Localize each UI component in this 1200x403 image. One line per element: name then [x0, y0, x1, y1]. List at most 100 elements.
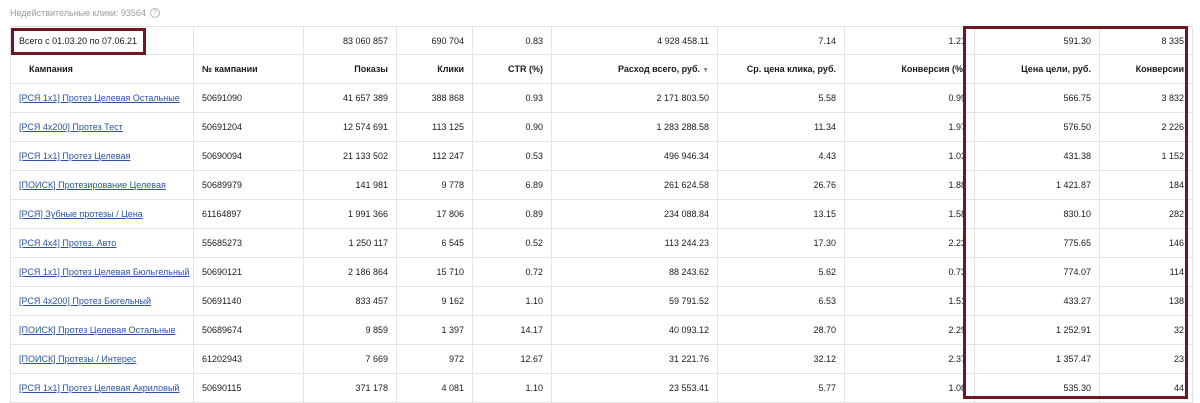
clicks-cell: 9 162 [396, 286, 473, 316]
column-header-impressions[interactable]: Показы [303, 54, 397, 84]
conversion-rate-cell: 1.88 [844, 170, 975, 200]
avg-cpc-cell: 4.43 [717, 141, 845, 171]
campaign-link[interactable]: [РСЯ 1x1] Протез Целевая [19, 151, 130, 161]
campaign-cell: [ПОИСК] Протезирование Целевая [10, 170, 194, 200]
campaign-id-cell: 55685273 [193, 228, 304, 258]
campaign-link[interactable]: [РСЯ] Зубные протезы / Цена [19, 209, 143, 219]
avg-cpc-cell: 11.34 [717, 112, 845, 142]
campaign-cell: [РСЯ 1x1] Протез Целевая [10, 141, 194, 171]
clicks-cell: 17 806 [396, 199, 473, 229]
avg-cpc-cell: 28.70 [717, 315, 845, 345]
campaign-id-cell: 50690121 [193, 257, 304, 287]
impressions-cell: 41 657 389 [303, 83, 397, 113]
conversion-rate-cell: 1.08 [844, 373, 975, 403]
totals-impressions: 83 060 857 [303, 26, 397, 55]
avg-cpc-cell: 5.58 [717, 83, 845, 113]
campaign-link[interactable]: [ПОИСК] Протезирование Целевая [19, 180, 166, 190]
column-header-ctr[interactable]: CTR (%) [472, 54, 552, 84]
conversion-rate-cell: 0.99 [844, 83, 975, 113]
avg-cpc-cell: 26.76 [717, 170, 845, 200]
spend-cell: 1 283 288.58 [551, 112, 718, 142]
ctr-cell: 0.72 [472, 257, 552, 287]
campaign-link[interactable]: [ПОИСК] Протезы / Интерес [19, 354, 136, 364]
conversion-rate-cell: 1.03 [844, 141, 975, 171]
help-circle-icon[interactable]: ? [149, 8, 160, 18]
goal-columns-highlight-box [963, 26, 1188, 399]
clicks-cell: 15 710 [396, 257, 473, 287]
column-header-campaign-id[interactable]: № кампании [193, 54, 304, 84]
impressions-cell: 12 574 691 [303, 112, 397, 142]
impressions-cell: 2 186 864 [303, 257, 397, 287]
spend-cell: 59 791.52 [551, 286, 718, 316]
conversion-rate-cell: 2.23 [844, 228, 975, 258]
column-header-campaign[interactable]: Кампания [10, 54, 194, 84]
ctr-cell: 0.89 [472, 199, 552, 229]
column-header-avg-cpc[interactable]: Ср. цена клика, руб. [717, 54, 845, 84]
campaign-link[interactable]: [РСЯ 4x4] Протез. Авто [19, 238, 116, 248]
campaign-id-cell: 50690115 [193, 373, 304, 403]
clicks-cell: 6 545 [396, 228, 473, 258]
conversion-rate-cell: 2.29 [844, 315, 975, 345]
avg-cpc-cell: 5.62 [717, 257, 845, 287]
impressions-cell: 21 133 502 [303, 141, 397, 171]
totals-ctr: 0.83 [472, 26, 552, 55]
invalid-clicks-note: Недействительные клики: 93564 ? [10, 3, 160, 23]
campaign-link[interactable]: [РСЯ 1x1] Протез Целевая Остальные [19, 93, 180, 103]
campaign-cell: [РСЯ 4x200] Протез Тест [10, 112, 194, 142]
campaign-link[interactable]: [РСЯ 4x200] Протез Тест [19, 122, 123, 132]
campaign-cell: [РСЯ 1x1] Протез Целевая Акриловый [10, 373, 194, 403]
campaign-cell: [ПОИСК] Протез Целевая Остальные [10, 315, 194, 345]
conversion-rate-cell: 1.58 [844, 199, 975, 229]
campaign-id-cell: 50690094 [193, 141, 304, 171]
avg-cpc-cell: 13.15 [717, 199, 845, 229]
ctr-cell: 12.67 [472, 344, 552, 374]
conversion-rate-cell: 2.37 [844, 344, 975, 374]
totals-highlight-box [11, 28, 146, 55]
clicks-cell: 388 868 [396, 83, 473, 113]
totals-campaign-id-empty [193, 26, 304, 55]
spend-cell: 31 221.76 [551, 344, 718, 374]
ctr-cell: 0.52 [472, 228, 552, 258]
campaign-cell: [РСЯ 4x200] Протез Бюгельный [10, 286, 194, 316]
conversion-rate-cell: 0.73 [844, 257, 975, 287]
campaign-cell: [РСЯ 4x4] Протез. Авто [10, 228, 194, 258]
spend-cell: 261 624.58 [551, 170, 718, 200]
column-header-spend-label: Расход всего, руб. [618, 64, 701, 74]
clicks-cell: 112 247 [396, 141, 473, 171]
ctr-cell: 1.10 [472, 373, 552, 403]
avg-cpc-cell: 5.77 [717, 373, 845, 403]
totals-conversion-rate: 1.21 [844, 26, 975, 55]
spend-cell: 234 088.84 [551, 199, 718, 229]
campaign-id-cell: 61202943 [193, 344, 304, 374]
campaign-cell: [РСЯ] Зубные протезы / Цена [10, 199, 194, 229]
campaign-id-cell: 61164897 [193, 199, 304, 229]
impressions-cell: 833 457 [303, 286, 397, 316]
ctr-cell: 6.89 [472, 170, 552, 200]
avg-cpc-cell: 6.53 [717, 286, 845, 316]
campaign-link[interactable]: [РСЯ 1x1] Протез Целевая Бюльгельный [19, 267, 189, 277]
impressions-cell: 7 669 [303, 344, 397, 374]
spend-cell: 88 243.62 [551, 257, 718, 287]
clicks-cell: 113 125 [396, 112, 473, 142]
totals-avg-cpc: 7.14 [717, 26, 845, 55]
campaign-id-cell: 50689674 [193, 315, 304, 345]
column-header-conversion-rate[interactable]: Конверсия (%) [844, 54, 975, 84]
impressions-cell: 1 991 366 [303, 199, 397, 229]
invalid-clicks-label: Недействительные клики: 93564 [10, 8, 146, 18]
spend-cell: 113 244.23 [551, 228, 718, 258]
campaign-cell: [ПОИСК] Протезы / Интерес [10, 344, 194, 374]
campaign-link[interactable]: [РСЯ 1x1] Протез Целевая Акриловый [19, 383, 179, 393]
clicks-cell: 1 397 [396, 315, 473, 345]
clicks-cell: 972 [396, 344, 473, 374]
totals-spend: 4 928 458.11 [551, 26, 718, 55]
clicks-cell: 4 081 [396, 373, 473, 403]
campaign-link[interactable]: [РСЯ 4x200] Протез Бюгельный [19, 296, 151, 306]
column-header-clicks[interactable]: Клики [396, 54, 473, 84]
sort-desc-icon[interactable]: ▼ [702, 67, 709, 74]
column-header-spend[interactable]: Расход всего, руб. ▼ [551, 54, 718, 84]
spend-cell: 496 946.34 [551, 141, 718, 171]
campaign-link[interactable]: [ПОИСК] Протез Целевая Остальные [19, 325, 176, 335]
ctr-cell: 0.93 [472, 83, 552, 113]
conversion-rate-cell: 1.97 [844, 112, 975, 142]
clicks-cell: 9 778 [396, 170, 473, 200]
